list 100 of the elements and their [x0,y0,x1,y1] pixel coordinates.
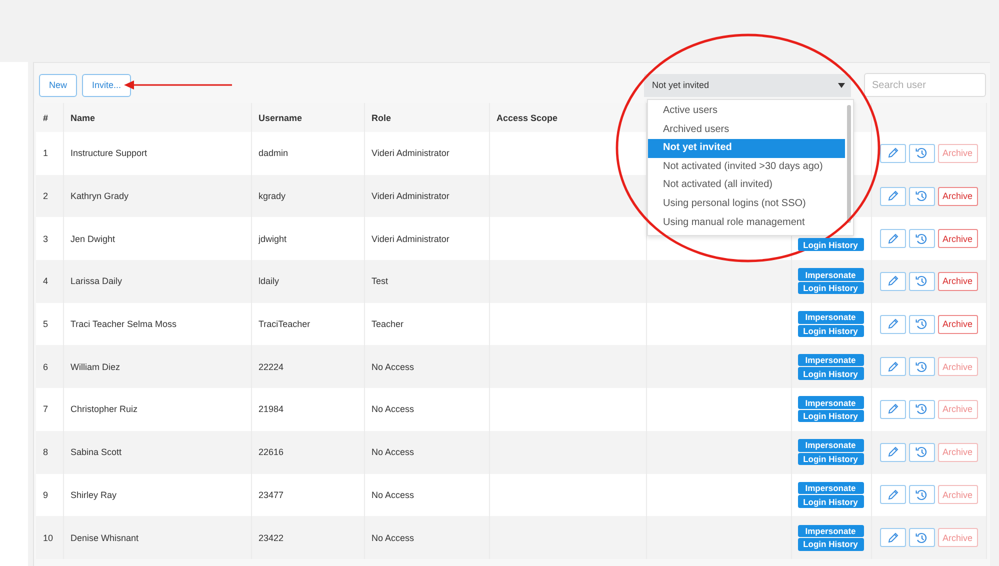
user-name: Kathryn Grady [70,191,129,202]
edit-button[interactable] [880,229,906,248]
role: Teacher [372,319,404,330]
role: No Access [372,447,414,458]
history-icon [915,360,928,373]
history-button[interactable] [908,186,934,206]
pencil-icon [886,275,898,288]
history-icon [915,318,928,330]
menu-item[interactable]: Not activated (all invited) [648,176,845,195]
username: 23422 [258,532,284,543]
pencil-icon [886,318,898,330]
pencil-icon [886,232,898,245]
username: ldaily [258,276,280,286]
user-name: Denise Whisnant [70,532,139,543]
history-icon [915,275,928,288]
user-name: Traci Teacher Selma Moss [70,319,177,330]
edit-button[interactable] [880,357,906,376]
filter-dropdown[interactable]: Not yet invited [644,74,851,96]
impersonate-button[interactable]: Impersonate [798,268,864,281]
row-number: 9 [43,490,48,500]
username: 22224 [258,362,284,372]
username: kgrady [258,191,286,202]
impersonate-button[interactable]: Impersonate [798,354,864,366]
edit-button[interactable] [880,442,906,462]
row-number: 5 [43,319,48,330]
role: Videri Administrator [372,234,450,244]
menu-item[interactable]: Using personal logins (not SSO) [648,194,845,214]
login-history-button[interactable]: Login History [798,410,864,422]
edit-button[interactable] [880,186,906,206]
new-button[interactable]: New [39,74,78,96]
edit-button[interactable] [880,400,906,419]
login-history-button[interactable]: Login History [798,495,864,508]
impersonate-button[interactable]: Impersonate [798,482,864,494]
pencil-icon [886,403,898,416]
menu-item[interactable]: Active users [648,102,845,121]
archive-button[interactable]: Archive [938,186,978,206]
row-number: 6 [43,362,48,372]
archive-button[interactable]: Archive [938,272,978,291]
impersonate-button[interactable]: Impersonate [798,396,864,409]
pencil-icon [886,190,898,202]
row-number: 1 [43,148,48,158]
history-button[interactable] [908,485,934,504]
row-number: 7 [43,404,48,414]
login-history-button[interactable]: Login History [798,367,864,380]
menu-item[interactable]: Not yet invited [648,139,845,158]
history-button[interactable] [908,357,934,376]
login-history-button[interactable]: Login History [798,282,864,294]
column-header: Access Scope [496,112,558,122]
role: Videri Administrator [372,148,450,158]
login-history-button[interactable]: Login History [798,324,864,338]
pencil-icon [886,532,898,544]
impersonate-button[interactable]: Impersonate [798,524,864,538]
history-button[interactable] [908,528,934,548]
history-button[interactable] [908,314,934,334]
column-header: Role [372,112,392,122]
pencil-icon [886,147,898,160]
username: 22616 [258,447,284,458]
login-history-button[interactable]: Login History [798,238,864,251]
username: TraciTeacher [258,319,310,330]
user-name: Larissa Daily [70,276,122,286]
menu-item[interactable]: Not activated (invited >30 days ago) [648,158,845,176]
menu-item[interactable]: Using manual role management [648,214,845,232]
history-button[interactable] [908,442,934,462]
pencil-icon [886,488,898,501]
menu-item[interactable]: Archived users [648,120,845,140]
history-icon [915,488,928,501]
user-name: Shirley Ray [70,490,117,500]
login-history-button[interactable]: Login History [798,538,864,551]
scrollbar[interactable] [847,105,851,223]
history-icon [915,147,928,160]
caret-icon [838,82,845,88]
history-button[interactable] [908,229,934,248]
impersonate-button[interactable]: Impersonate [798,311,864,324]
column-header: Username [258,112,302,122]
user-name: Sabina Scott [70,447,122,458]
user-name: Instructure Support [70,148,148,158]
history-icon [915,532,928,544]
history-button[interactable] [908,272,934,291]
column-header: # [43,112,48,122]
edit-button[interactable] [880,144,906,163]
history-button[interactable] [908,400,934,419]
username: jdwight [258,234,287,244]
impersonate-button[interactable]: Impersonate [798,439,864,452]
edit-button[interactable] [880,485,906,504]
history-button[interactable] [908,144,934,163]
history-icon [915,232,928,245]
edit-button[interactable] [880,528,906,548]
role: No Access [372,532,414,543]
archive-button[interactable]: Archive [938,229,978,248]
row-number: 8 [43,447,48,458]
role: No Access [372,362,414,372]
edit-button[interactable] [880,314,906,334]
login-history-button[interactable]: Login History [798,452,864,466]
edit-button[interactable] [880,272,906,291]
history-icon [915,190,928,202]
pencil-icon [886,360,898,373]
invite-button[interactable]: Invite... [82,74,132,96]
archive-button[interactable]: Archive [938,314,978,334]
role: No Access [372,404,414,414]
search-field[interactable]: Search user [864,73,986,97]
